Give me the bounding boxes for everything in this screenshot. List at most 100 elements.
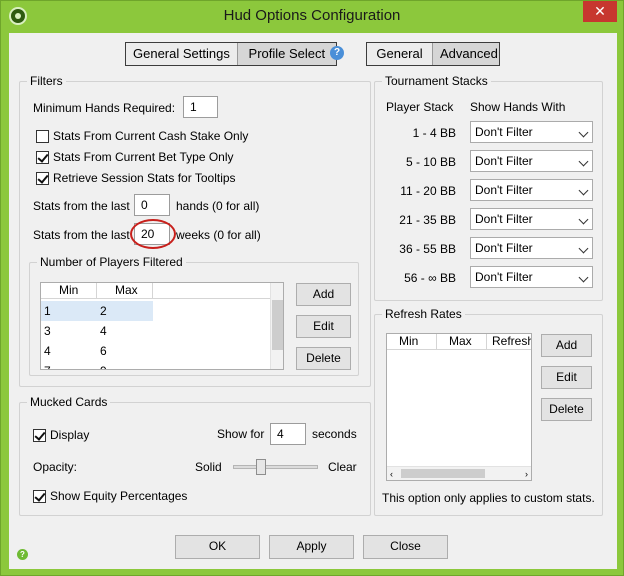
col-min: Min: [387, 334, 437, 350]
opacity-slider-thumb[interactable]: [255, 459, 266, 475]
bet-type-label: Stats From Current Bet Type Only: [53, 150, 234, 164]
opacity-solid-label: Solid: [195, 460, 222, 474]
scroll-right-icon[interactable]: ›: [525, 469, 528, 479]
stack-range-label: 21 - 35 BB: [399, 213, 456, 227]
select-value: Don't Filter: [475, 212, 533, 226]
last-weeks-prefix: Stats from the last: [33, 228, 130, 242]
players-table-header: Min Max: [41, 283, 273, 299]
scrollbar-thumb[interactable]: [272, 300, 283, 350]
refresh-edit-button[interactable]: Edit: [541, 366, 592, 389]
scrollbar-thumb[interactable]: [401, 469, 485, 478]
stack-filter-select[interactable]: Don't Filter: [470, 121, 593, 143]
col-max: Max: [437, 334, 487, 350]
players-edit-button[interactable]: Edit: [296, 315, 351, 338]
players-table-scrollbar[interactable]: [270, 283, 283, 369]
last-hands-prefix: Stats from the last: [33, 199, 130, 213]
mucked-cards-title: Mucked Cards: [27, 395, 111, 409]
player-stack-header: Player Stack: [386, 100, 454, 114]
stack-range-label: 56 - ∞ BB: [404, 271, 456, 285]
col-max: Max: [97, 283, 153, 299]
cell-min: 3: [44, 324, 51, 338]
display-checkbox[interactable]: [33, 429, 46, 442]
refresh-add-button[interactable]: Add: [541, 334, 592, 357]
players-add-button[interactable]: Add: [296, 283, 351, 306]
cell-min: 1: [44, 304, 51, 318]
select-value: Don't Filter: [475, 241, 533, 255]
opacity-label: Opacity:: [33, 460, 78, 474]
tab-advanced[interactable]: Advanced: [433, 43, 499, 65]
players-filtered-title: Number of Players Filtered: [37, 255, 186, 269]
chevron-down-icon: [578, 185, 589, 196]
col-refresh: Refresh: [492, 334, 532, 348]
ok-button[interactable]: OK: [175, 535, 260, 559]
filters-group: Filters Minimum Hands Required: 1 Stats …: [19, 74, 371, 387]
table-row[interactable]: 7 9: [41, 361, 153, 369]
cash-stake-label: Stats From Current Cash Stake Only: [53, 129, 249, 143]
session-stats-checkbox[interactable]: [36, 172, 49, 185]
last-hands-input[interactable]: 0: [134, 194, 170, 216]
display-label: Display: [50, 428, 90, 442]
opacity-clear-label: Clear: [328, 460, 357, 474]
session-stats-label: Retrieve Session Stats for Tooltips: [53, 171, 236, 185]
cell-min: 7: [41, 361, 97, 369]
select-value: Don't Filter: [475, 125, 533, 139]
table-row[interactable]: 3 4: [41, 321, 153, 341]
stack-filter-select[interactable]: Don't Filter: [470, 237, 593, 259]
cash-stake-checkbox[interactable]: [36, 130, 49, 143]
cell-max: 2: [100, 304, 107, 318]
stack-filter-select[interactable]: Don't Filter: [470, 208, 593, 230]
select-value: Don't Filter: [475, 270, 533, 284]
refresh-delete-button[interactable]: Delete: [541, 398, 592, 421]
select-value: Don't Filter: [475, 183, 533, 197]
chevron-down-icon: [578, 214, 589, 225]
show-for-input[interactable]: 4: [270, 423, 306, 445]
dialog-client-area: General Settings Profile Select ? Genera…: [9, 33, 617, 569]
close-button[interactable]: Close: [363, 535, 448, 559]
opacity-slider-track[interactable]: [233, 465, 318, 469]
stack-range-label: 11 - 20 BB: [400, 184, 456, 198]
title-bar[interactable]: Hud Options Configuration ✕: [1, 1, 623, 31]
refresh-table-header: Min Max Refresh: [387, 334, 532, 350]
stack-filter-select[interactable]: Don't Filter: [470, 266, 593, 288]
chevron-down-icon: [578, 127, 589, 138]
show-hands-header: Show Hands With: [470, 100, 566, 114]
players-delete-button[interactable]: Delete: [296, 347, 351, 370]
cell-max: 4: [100, 324, 107, 338]
tournament-stacks-title: Tournament Stacks: [382, 74, 491, 88]
seconds-label: seconds: [312, 427, 357, 441]
refresh-table-hscrollbar[interactable]: ‹ ›: [387, 466, 531, 480]
tab-general-settings[interactable]: General Settings: [126, 43, 238, 65]
chevron-down-icon: [578, 156, 589, 167]
select-value: Don't Filter: [475, 154, 533, 168]
stack-range-label: 1 - 4 BB: [412, 126, 456, 140]
equity-label: Show Equity Percentages: [50, 489, 188, 503]
chevron-down-icon: [578, 272, 589, 283]
stack-filter-select[interactable]: Don't Filter: [470, 150, 593, 172]
players-filtered-group: Number of Players Filtered Min Max 1 2 3…: [29, 255, 359, 376]
stack-range-label: 36 - 55 BB: [399, 242, 456, 256]
hud-options-window: Hud Options Configuration ✕ General Sett…: [0, 0, 624, 576]
refresh-rates-table[interactable]: Min Max Refresh ‹ ›: [386, 333, 532, 481]
players-filtered-table[interactable]: Min Max 1 2 3 4 4 6: [40, 282, 284, 370]
last-hands-suffix: hands (0 for all): [176, 199, 260, 213]
tab-profile-select[interactable]: Profile Select: [237, 43, 336, 65]
window-close-button[interactable]: ✕: [583, 1, 617, 22]
stack-filter-select[interactable]: Don't Filter: [470, 179, 593, 201]
apply-button[interactable]: Apply: [269, 535, 354, 559]
cell-max: 6: [100, 344, 107, 358]
status-help-icon[interactable]: ?: [17, 549, 28, 560]
min-hands-input[interactable]: 1: [183, 96, 218, 118]
tab-general[interactable]: General: [367, 43, 433, 65]
equity-checkbox[interactable]: [33, 490, 46, 503]
refresh-rates-group: Refresh Rates Min Max Refresh ‹ › Add Ed…: [374, 307, 603, 516]
scroll-left-icon[interactable]: ‹: [390, 469, 393, 479]
help-icon[interactable]: ?: [330, 46, 344, 60]
bet-type-checkbox[interactable]: [36, 151, 49, 164]
min-hands-label: Minimum Hands Required:: [33, 101, 176, 115]
last-weeks-suffix: weeks (0 for all): [176, 228, 261, 242]
window-title: Hud Options Configuration: [223, 7, 401, 24]
table-row[interactable]: 4 6: [41, 341, 153, 361]
table-row[interactable]: 1 2: [41, 301, 153, 321]
filters-title: Filters: [27, 74, 66, 88]
col-min: Min: [41, 283, 97, 299]
